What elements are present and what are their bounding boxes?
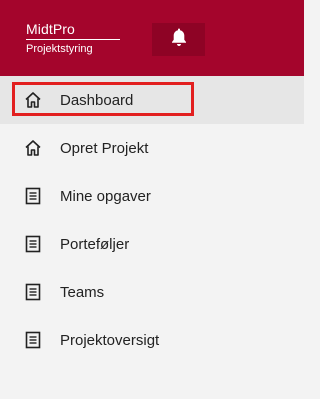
home-icon — [24, 139, 42, 157]
home-icon — [24, 91, 42, 109]
document-list-icon — [24, 331, 42, 349]
bell-icon — [170, 27, 188, 52]
sidebar-item-projektoversigt[interactable]: Projektoversigt — [0, 316, 304, 364]
app-header: MidtPro Projektstyring — [0, 0, 304, 76]
sidebar-item-label: Opret Projekt — [60, 139, 149, 157]
sidebar-item-label: Projektoversigt — [60, 331, 160, 349]
sidebar-item-opret-projekt[interactable]: Opret Projekt — [0, 124, 304, 172]
document-list-icon — [24, 235, 42, 253]
sidebar-item-label: Porteføljer — [60, 235, 130, 253]
sidebar-menu: Dashboard Opret Projekt Mine opgaver Por… — [0, 76, 304, 364]
brand-subtitle: Projektstyring — [26, 43, 93, 55]
brand-name: MidtPro — [26, 21, 120, 40]
sidebar-item-mine-opgaver[interactable]: Mine opgaver — [0, 172, 304, 220]
document-list-icon — [24, 187, 42, 205]
sidebar-item-label: Dashboard — [60, 91, 134, 109]
sidebar-item-label: Mine opgaver — [60, 187, 151, 205]
sidebar-item-dashboard[interactable]: Dashboard — [0, 76, 304, 124]
sidebar-item-label: Teams — [60, 283, 105, 301]
sidebar-item-portefoljer[interactable]: Porteføljer — [0, 220, 304, 268]
sidebar-item-teams[interactable]: Teams — [0, 268, 304, 316]
brand-logo[interactable]: MidtPro Projektstyring — [26, 21, 120, 56]
document-list-icon — [24, 283, 42, 301]
notifications-button[interactable] — [152, 23, 205, 56]
